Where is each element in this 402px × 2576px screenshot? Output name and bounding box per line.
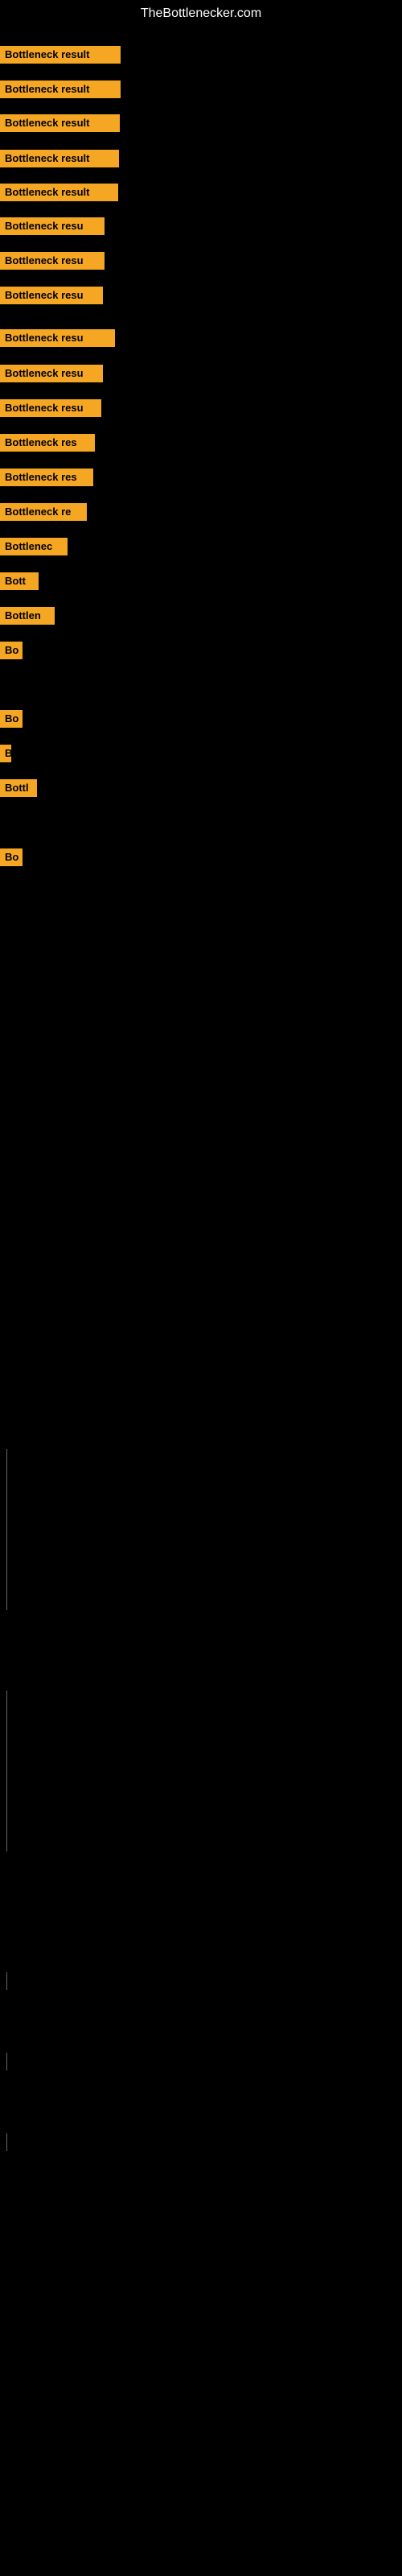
bottleneck-result-label: Bottl bbox=[0, 779, 37, 797]
bottleneck-result-label: Bottleneck resu bbox=[0, 399, 101, 417]
bottleneck-result-label: B bbox=[0, 745, 11, 762]
bottleneck-result-label: Bottlen bbox=[0, 607, 55, 625]
vertical-line bbox=[6, 2133, 7, 2151]
bottleneck-result-label: Bott bbox=[0, 572, 39, 590]
bottleneck-result-label: Bottleneck re bbox=[0, 503, 87, 521]
vertical-line bbox=[6, 2053, 7, 2070]
bottleneck-result-label: Bottleneck resu bbox=[0, 329, 115, 347]
bottleneck-result-label: Bottleneck result bbox=[0, 184, 118, 201]
bottleneck-result-label: Bottleneck resu bbox=[0, 217, 105, 235]
bottleneck-result-label: Bottleneck res bbox=[0, 434, 95, 452]
bottleneck-result-label: Bottleneck result bbox=[0, 114, 120, 132]
bottleneck-result-label: Bottleneck result bbox=[0, 150, 119, 167]
vertical-line bbox=[6, 1449, 7, 1610]
bottleneck-result-label: Bo bbox=[0, 642, 23, 659]
bottleneck-result-label: Bo bbox=[0, 710, 23, 728]
vertical-line bbox=[6, 1972, 7, 1990]
bottleneck-result-label: Bottleneck resu bbox=[0, 252, 105, 270]
bottleneck-result-label: Bo bbox=[0, 848, 23, 866]
bottleneck-result-label: Bottleneck result bbox=[0, 46, 121, 64]
vertical-line bbox=[6, 1690, 7, 1852]
bottleneck-result-label: Bottleneck res bbox=[0, 469, 93, 486]
bottleneck-result-label: Bottleneck result bbox=[0, 80, 121, 98]
bottleneck-result-label: Bottleneck resu bbox=[0, 287, 103, 304]
bottleneck-result-label: Bottleneck resu bbox=[0, 365, 103, 382]
site-title: TheBottlenecker.com bbox=[0, 0, 402, 27]
bottleneck-result-label: Bottlenec bbox=[0, 538, 68, 555]
